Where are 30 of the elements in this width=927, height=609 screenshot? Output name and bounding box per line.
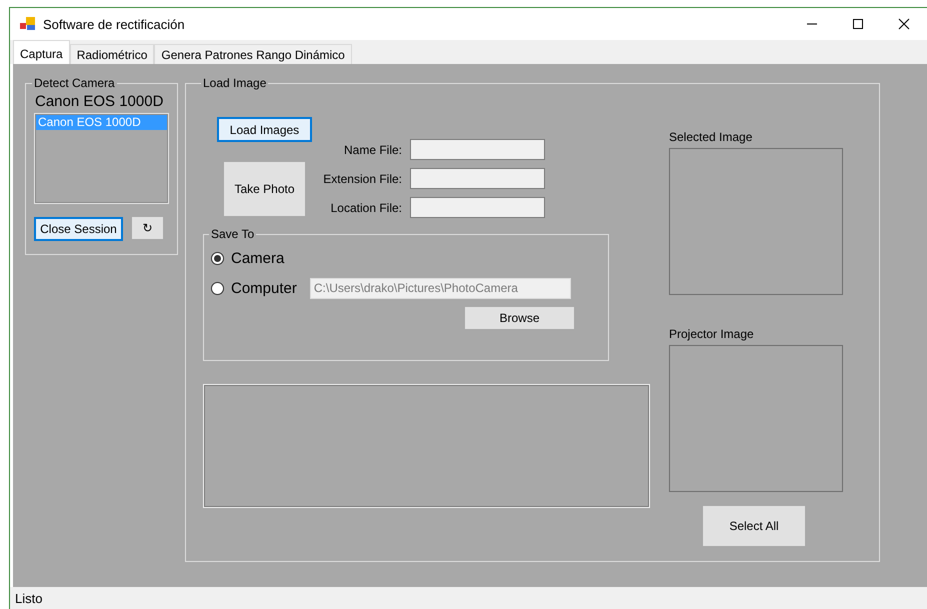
text-field[interactable]	[410, 197, 545, 218]
select-all-button[interactable]: Select All	[703, 506, 805, 546]
take-photo-button[interactable]: Take Photo	[224, 162, 305, 216]
text-field[interactable]	[410, 168, 545, 189]
radio-label: Computer	[231, 280, 297, 296]
text-field[interactable]	[410, 139, 545, 160]
status-text: Listo	[10, 587, 927, 609]
field-label: Location File:	[330, 200, 402, 214]
image-label: Selected Image	[669, 130, 754, 144]
group-title: Load Image	[202, 76, 268, 90]
tab[interactable]: Radiométrico	[70, 44, 154, 64]
radio-button[interactable]	[211, 252, 224, 264]
load-images-button[interactable]: Load Images	[217, 117, 312, 142]
field-label: Name File:	[344, 142, 402, 156]
tab[interactable]: Captura	[13, 40, 70, 64]
refresh-button[interactable]: ↻	[132, 217, 163, 239]
field-label: Extension File:	[323, 172, 402, 186]
group-title: Detect Camera	[33, 76, 116, 90]
tab[interactable]: Genera Patrones Rango Dinámico	[154, 44, 352, 64]
radio-button[interactable]	[211, 282, 224, 294]
maximize-icon	[852, 18, 864, 30]
image-label: Projector Image	[669, 327, 755, 341]
app-icon	[20, 17, 36, 31]
window-title: Software de rectificación	[43, 16, 186, 32]
close-session-button[interactable]: Close Session	[34, 217, 123, 241]
group-title: Save To	[210, 227, 256, 241]
close-icon	[898, 18, 910, 30]
browse-button[interactable]: Browse	[465, 307, 574, 329]
radio-label: Camera	[231, 250, 284, 266]
camera-name: Canon EOS 1000D	[35, 93, 164, 110]
